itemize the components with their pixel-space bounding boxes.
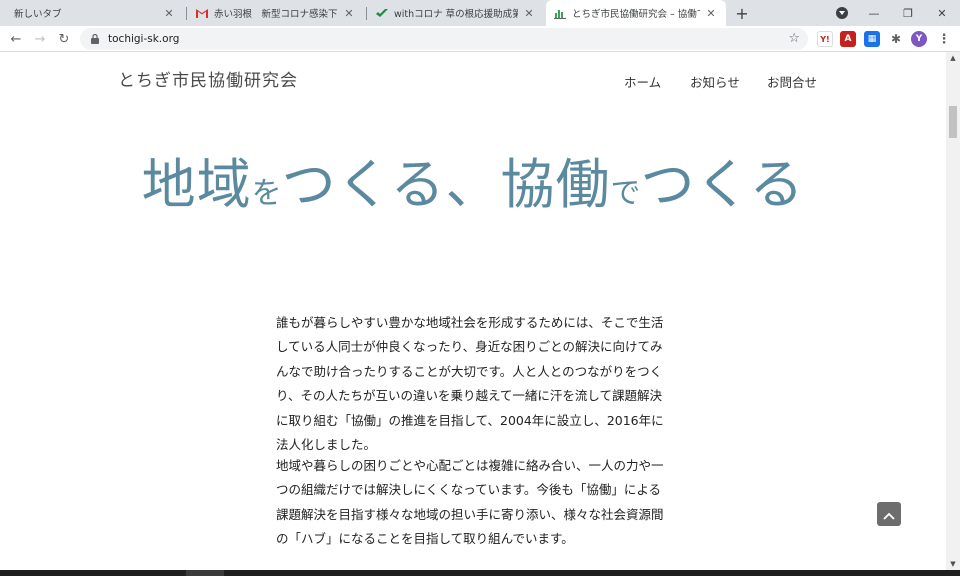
nav-item-contact[interactable]: お問合せ bbox=[767, 72, 817, 91]
reload-button[interactable]: ↻ bbox=[54, 29, 74, 49]
tab-new-tab[interactable]: 新しいタブ ✕ bbox=[6, 0, 184, 26]
restore-button[interactable]: ❐ bbox=[892, 0, 924, 26]
forward-button[interactable]: → bbox=[30, 29, 50, 49]
avatar[interactable]: Y bbox=[911, 31, 927, 47]
tab-title: withコロナ 草の根応援助成第2回決 bbox=[394, 9, 518, 20]
url-text: tochigi-sk.org bbox=[108, 33, 180, 45]
nav-item-home[interactable]: ホーム bbox=[624, 72, 661, 91]
hero-part: を bbox=[251, 176, 282, 211]
lock-icon bbox=[90, 33, 100, 45]
arrow-right-icon: → bbox=[34, 31, 46, 47]
tab-title: とちぎ市民協働研究会 – 協働で地域 bbox=[572, 9, 700, 20]
hero-part: つくる bbox=[640, 153, 805, 216]
site-logo[interactable]: とちぎ市民協働研究会 bbox=[118, 66, 298, 91]
hero-part: 地域 bbox=[141, 153, 252, 216]
close-window-button[interactable]: ✕ bbox=[926, 0, 958, 26]
minimize-icon: — bbox=[868, 6, 880, 20]
close-icon: ✕ bbox=[937, 6, 947, 20]
tab-gmail[interactable]: 赤い羽根 新型コロナ感染下の福祉 ✕ bbox=[188, 0, 364, 26]
tab-strip: 新しいタブ ✕ 赤い羽根 新型コロナ感染下の福祉 ✕ withコロナ 草の根応援… bbox=[0, 0, 960, 26]
scroll-down-icon[interactable]: ▼ bbox=[946, 558, 960, 570]
plus-icon: + bbox=[735, 3, 749, 23]
back-to-top-button[interactable] bbox=[877, 502, 901, 526]
minimize-button[interactable]: — bbox=[858, 0, 890, 26]
hero-part: で bbox=[610, 176, 641, 211]
page-scrollbar[interactable]: ▲ ▼ bbox=[946, 52, 960, 570]
address-bar[interactable]: tochigi-sk.org ☆ bbox=[80, 28, 808, 50]
yahoo-extension-icon[interactable]: Y! bbox=[817, 31, 833, 47]
tab-with-corona[interactable]: withコロナ 草の根応援助成第2回決 ✕ bbox=[368, 0, 544, 26]
more-menu-icon[interactable]: ⋮ bbox=[936, 31, 952, 47]
arrow-left-icon: ← bbox=[10, 31, 22, 47]
scroll-up-icon[interactable]: ▲ bbox=[946, 52, 960, 64]
tab-tochigi[interactable]: とちぎ市民協働研究会 – 協働で地域 ✕ bbox=[546, 0, 726, 26]
close-icon[interactable]: ✕ bbox=[342, 6, 356, 20]
tab-divider bbox=[186, 7, 187, 20]
hero-part: つくる、協働 bbox=[281, 153, 611, 216]
browser-toolbar: ← → ↻ tochigi-sk.org ☆ Y! A ▦ ✱ Y ⋮ bbox=[0, 26, 960, 52]
chart-icon bbox=[554, 7, 566, 19]
tab-divider bbox=[366, 7, 367, 20]
chevron-down-icon bbox=[836, 7, 848, 19]
close-icon[interactable]: ✕ bbox=[522, 6, 536, 20]
reload-icon: ↻ bbox=[58, 31, 70, 47]
close-icon[interactable]: ✕ bbox=[704, 6, 718, 20]
gmail-icon bbox=[196, 7, 208, 19]
tab-title: 赤い羽根 新型コロナ感染下の福祉 bbox=[214, 9, 338, 20]
blue-extension-icon[interactable]: ▦ bbox=[864, 31, 880, 47]
hero-headline: 地域をつくる、協働でつくる bbox=[0, 140, 946, 219]
intro-paragraph: 誰もが暮らしやすい豊かな地域社会を形成するためには、そこで生活している人同士が仲… bbox=[276, 315, 664, 453]
tab-title: 新しいタブ bbox=[14, 9, 62, 20]
mission-paragraph: 地域や暮らしの困りごとや心配ごとは複雑に絡み合い、一人の力や一つの組織だけでは解… bbox=[276, 458, 664, 547]
new-tab-button[interactable]: + bbox=[732, 3, 752, 23]
nav-item-news[interactable]: お知らせ bbox=[690, 72, 740, 91]
star-icon[interactable]: ☆ bbox=[788, 31, 800, 46]
close-icon[interactable]: ✕ bbox=[162, 6, 176, 20]
scroll-thumb[interactable] bbox=[949, 106, 957, 138]
leaf-icon bbox=[376, 7, 388, 19]
restore-icon: ❐ bbox=[903, 6, 913, 20]
page-content: とちぎ市民協働研究会 ホーム お知らせ お問合せ 地域をつくる、協働でつくる 誰… bbox=[0, 52, 946, 570]
tab-search-button[interactable] bbox=[826, 0, 858, 26]
pdf-extension-icon[interactable]: A bbox=[840, 31, 856, 47]
taskbar-item[interactable] bbox=[186, 570, 224, 576]
chevron-up-icon bbox=[883, 505, 895, 524]
back-button[interactable]: ← bbox=[6, 29, 26, 49]
profile-initial: Y bbox=[915, 34, 923, 44]
taskbar bbox=[0, 570, 960, 576]
puzzle-icon[interactable]: ✱ bbox=[888, 31, 904, 47]
